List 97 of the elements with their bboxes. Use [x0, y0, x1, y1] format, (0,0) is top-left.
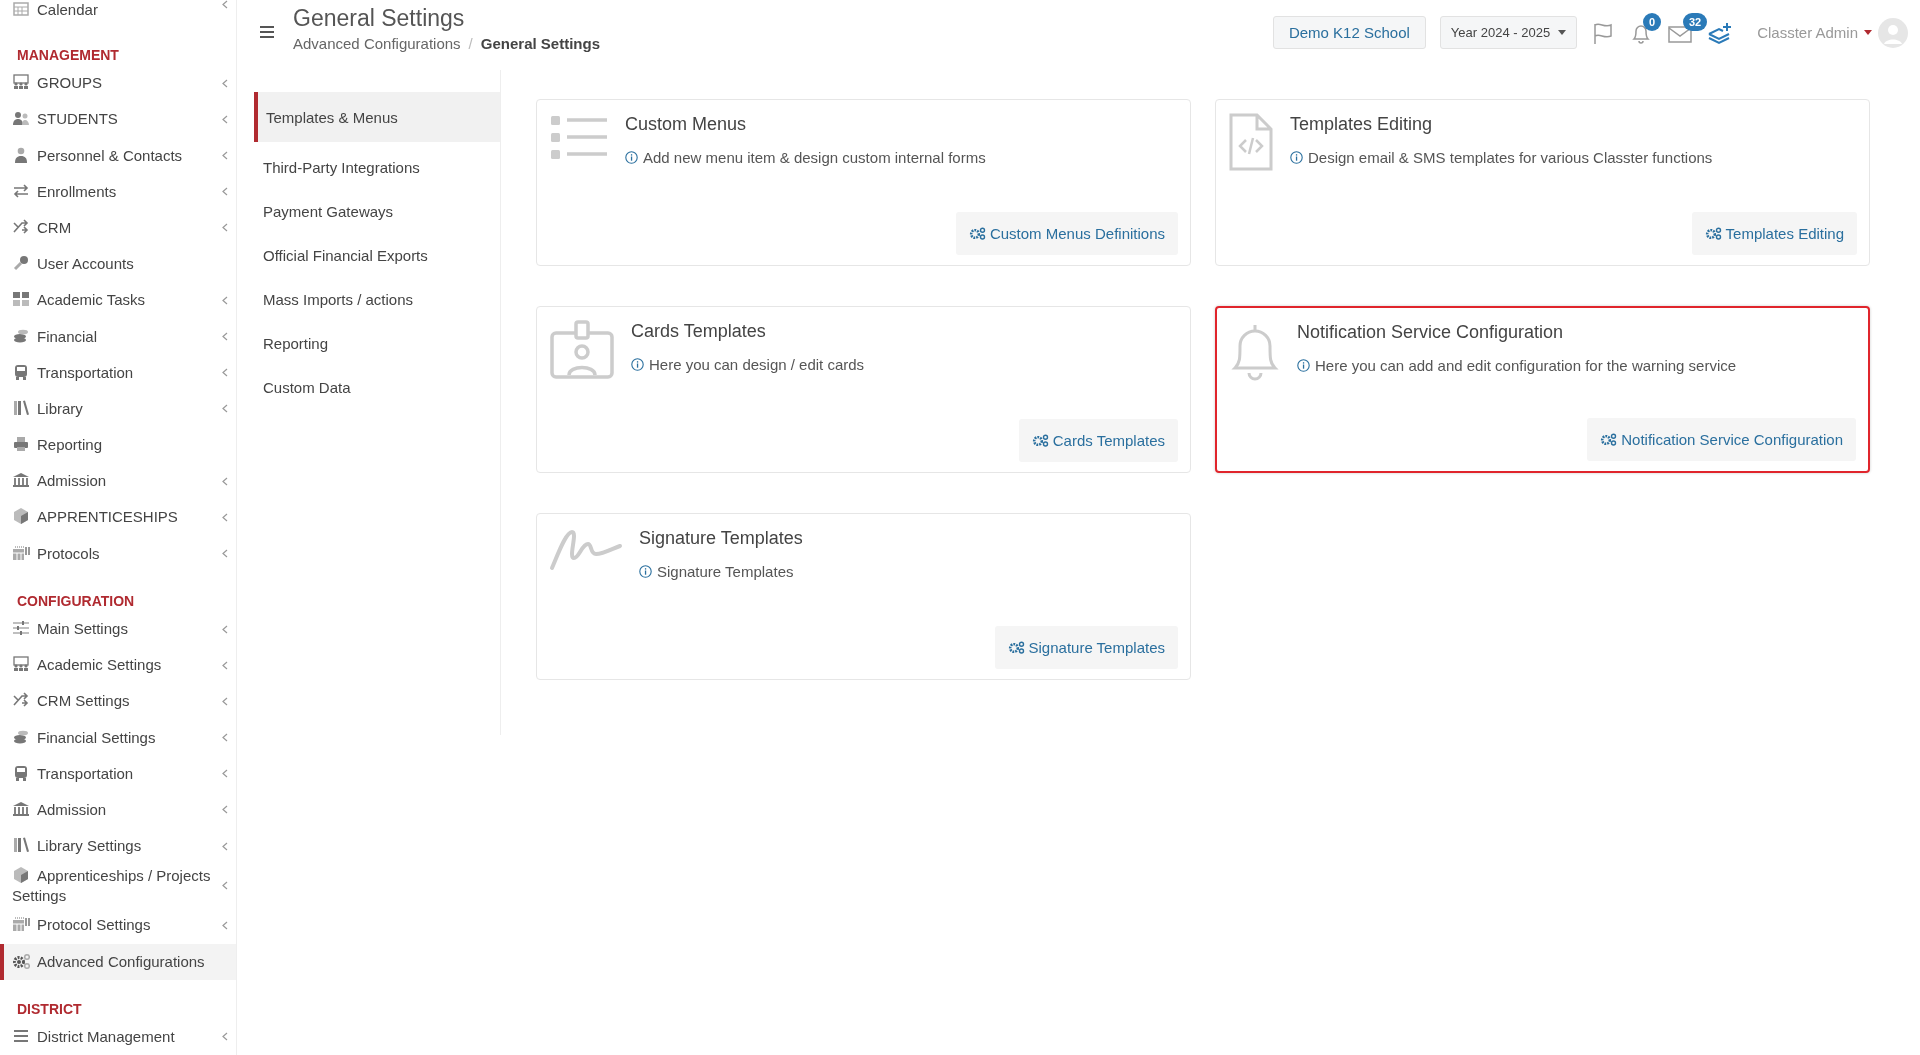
section-heading: MANAGEMENT — [16, 46, 120, 66]
cube-icon — [12, 865, 30, 884]
sidebar-item[interactable]: Financial — [0, 318, 236, 355]
card-action-button[interactable]: Custom Menus Definitions — [955, 212, 1178, 255]
sidebar-item[interactable]: Reporting — [0, 427, 236, 464]
sliders-icon — [12, 619, 30, 637]
sidebar-item[interactable]: Library — [0, 390, 236, 427]
section-heading: DISTRICT — [16, 999, 83, 1019]
caret-icon — [1864, 30, 1872, 35]
sidebar-item[interactable]: Transportation — [0, 755, 236, 792]
settings-tab[interactable]: Reporting — [254, 321, 500, 365]
sidebar-item[interactable]: User Accounts — [0, 246, 236, 283]
info-icon — [625, 151, 638, 164]
card-title: Cards Templates — [631, 321, 767, 342]
gears-icon — [968, 227, 986, 240]
sidebar-item[interactable]: Protocols — [0, 535, 236, 572]
card-description: Here you can design / edit cards — [649, 356, 865, 373]
layers-plus-icon[interactable] — [1707, 20, 1734, 45]
calendar-icon — [12, 0, 30, 18]
card-description: Signature Templates — [657, 563, 794, 580]
sidebar-item[interactable]: Personnel & Contacts — [0, 137, 236, 174]
building-icon — [12, 471, 30, 490]
building-icon — [12, 799, 30, 818]
sidebar-item[interactable]: Academic Settings — [0, 647, 236, 684]
sidebar-item[interactable]: CRM Settings — [0, 683, 236, 720]
info-icon — [631, 358, 644, 371]
card-title: Signature Templates — [639, 528, 803, 549]
sidebar-item[interactable]: CRM — [0, 209, 236, 247]
sidebar-item[interactable]: Apprenticeships / Projects Settings — [0, 864, 236, 908]
people-icon — [12, 655, 30, 674]
breadcrumb-separator: / — [468, 35, 473, 52]
caret-icon — [1558, 30, 1567, 35]
gears-icon — [12, 951, 30, 970]
info-icon — [1297, 359, 1310, 372]
page-title: General Settings — [293, 4, 466, 33]
settings-tab[interactable]: Custom Data — [254, 365, 500, 409]
person-icon — [12, 145, 30, 164]
card-action-button[interactable]: Templates Editing — [1691, 212, 1857, 255]
sidebar-item[interactable]: Enrollments — [0, 173, 236, 210]
notification-count: 0 — [1643, 12, 1662, 31]
sidebar-item[interactable]: Admission — [0, 791, 236, 829]
settings-tab[interactable]: Official Financial Exports — [254, 233, 500, 277]
calculator-icon — [12, 543, 30, 562]
cube-icon — [12, 507, 30, 526]
card-action-button[interactable]: Notification Service Configuration — [1587, 418, 1856, 461]
section-heading: CONFIGURATION — [16, 591, 136, 611]
gears-icon — [1007, 641, 1025, 654]
sidebar-item[interactable]: Transportation — [0, 354, 236, 391]
sidebar-item[interactable]: APPRENTICESHIPS — [0, 499, 236, 536]
sidebar-item[interactable]: Main Settings — [0, 610, 236, 648]
key-icon — [12, 254, 30, 273]
sidebar-item[interactable]: STUDENTS — [0, 101, 236, 138]
books-icon — [12, 836, 30, 855]
sidebar-item[interactable]: Financial Settings — [0, 719, 236, 756]
breadcrumb-current: General Settings — [480, 35, 600, 52]
card-action-button[interactable]: Signature Templates — [994, 626, 1178, 669]
year-dropdown[interactable]: Year 2024 - 2025 — [1439, 16, 1578, 49]
sidebar-item[interactable]: Calendar — [0, 0, 236, 26]
books-icon — [12, 398, 30, 417]
bus-icon — [12, 763, 30, 782]
people-icon — [12, 73, 30, 92]
shuffle-icon — [12, 218, 30, 236]
sidebar-item[interactable]: District Management — [0, 1018, 236, 1055]
sidebar-item[interactable]: Library Settings — [0, 828, 236, 865]
gears-icon — [1600, 433, 1618, 446]
code-file-icon — [1228, 112, 1274, 172]
printer-icon — [12, 435, 30, 454]
card-action-button[interactable]: Cards Templates — [1018, 419, 1178, 462]
message-count: 32 — [1683, 12, 1708, 31]
gears-icon — [1704, 227, 1722, 240]
info-icon — [1290, 151, 1303, 164]
users-icon — [12, 109, 30, 128]
card-title: Notification Service Configuration — [1297, 322, 1565, 343]
school-button[interactable]: Demo K12 School — [1272, 16, 1426, 49]
card-description: Here you can add and edit configuration for the warning service — [1315, 357, 1737, 374]
tiles-icon — [12, 290, 30, 309]
card-title: Templates Editing — [1290, 114, 1434, 135]
arrows-icon — [12, 181, 30, 200]
card-description: Design email & SMS templates for various Classter functions — [1308, 149, 1713, 166]
breadcrumb-link[interactable]: Advanced Configurations — [293, 35, 461, 52]
sidebar-item[interactable]: Admission — [0, 463, 236, 500]
sidebar-item[interactable]: Academic Tasks — [0, 282, 236, 319]
card-title: Custom Menus — [625, 114, 748, 135]
sidebar-item[interactable]: GROUPS — [0, 65, 236, 102]
id-card-icon — [549, 319, 615, 379]
info-icon — [639, 565, 652, 578]
bus-icon — [12, 362, 30, 381]
settings-tab[interactable]: Third-Party Integrations — [254, 145, 500, 189]
sidebar-item[interactable]: Protocol Settings — [0, 907, 236, 944]
settings-tab[interactable]: Templates & Menus — [254, 92, 500, 142]
settings-tab[interactable]: Mass Imports / actions — [254, 277, 500, 321]
gears-icon — [1031, 434, 1049, 447]
calculator-icon — [12, 915, 30, 934]
menu-icon[interactable] — [259, 25, 275, 39]
settings-tab[interactable]: Payment Gateways — [254, 189, 500, 233]
sidebar-item[interactable]: Advanced Configurations — [0, 943, 236, 980]
card-description: Add new menu item & design custom internal forms — [643, 149, 986, 166]
